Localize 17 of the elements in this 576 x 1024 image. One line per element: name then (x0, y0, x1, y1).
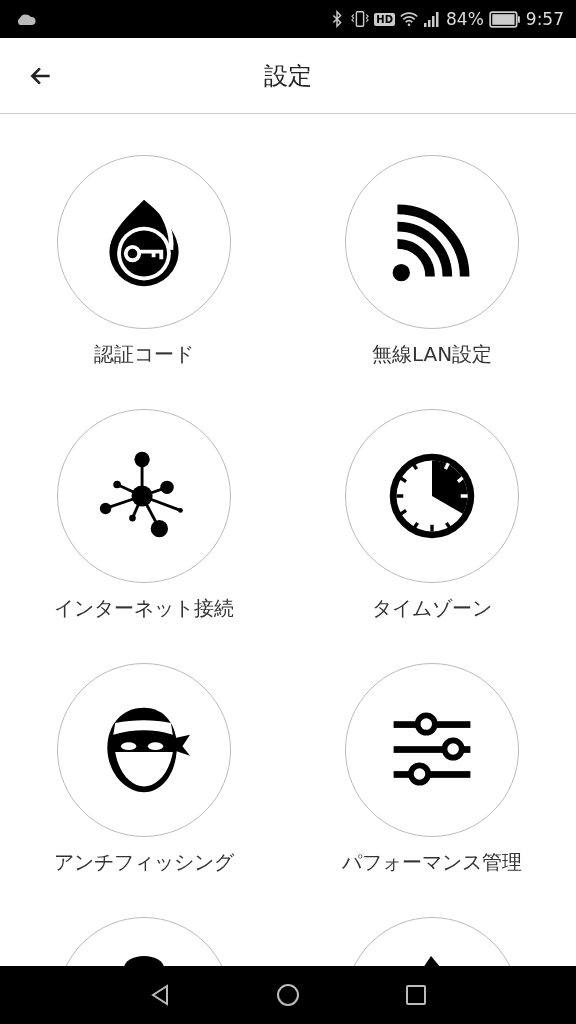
clock-time: 9:57 (525, 9, 564, 29)
setting-label: アンチフィッシング (54, 849, 234, 875)
recents-nav-icon[interactable] (404, 983, 428, 1007)
page-title: 設定 (264, 60, 312, 92)
wifi-icon (400, 10, 418, 28)
vibrate-icon (351, 10, 370, 28)
hd-badge: HD (374, 12, 395, 26)
setting-label: インターネット接続 (54, 595, 234, 621)
setting-label: タイムゾーン (372, 595, 492, 621)
setting-label: パフォーマンス管理 (342, 849, 522, 875)
battery-percent: 84% (446, 9, 484, 29)
battery-icon (488, 10, 521, 28)
home-nav-icon[interactable] (276, 983, 300, 1007)
cloud-icon (16, 13, 36, 25)
setting-label: 認証コード (94, 341, 194, 367)
signal-icon (423, 10, 441, 28)
setting-label: 無線LAN設定 (371, 341, 493, 367)
